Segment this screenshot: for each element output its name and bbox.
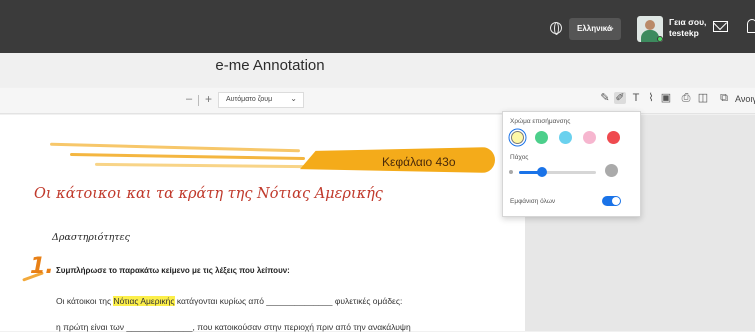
zoom-in-button[interactable]: +: [205, 92, 212, 106]
zoom-out-button[interactable]: –: [186, 93, 192, 105]
color-swatch-yellow[interactable]: [511, 131, 524, 144]
highlight-color-label: Χρώμα επισήμανσης: [510, 118, 571, 125]
exercise-line-1: Οι κάτοικοι της Νότιας Αμερικής κατάγοντ…: [56, 296, 402, 306]
image-icon[interactable]: ▣: [660, 92, 672, 104]
text-icon[interactable]: T: [630, 92, 642, 104]
open-button[interactable]: Ανοιγμ: [735, 94, 755, 104]
mail-icon[interactable]: [713, 21, 728, 32]
globe-icon[interactable]: [550, 22, 562, 35]
zoom-value: Αυτόματο ζουμ: [226, 96, 273, 103]
document-heading: Οι κάτοικοι και τα κράτη της Νότιας Αμερ…: [34, 186, 383, 202]
chapter-label: Κεφάλαιο 43ο: [382, 155, 456, 169]
color-swatch-pink[interactable]: [583, 131, 596, 144]
exercise-number: 1.: [30, 254, 54, 279]
chevron-down-icon: ⌄: [607, 22, 615, 32]
chevron-down-icon: ⌄: [290, 94, 297, 103]
exercise-title: Συμπλήρωσε το παρακάτω κείμενο με τις λέ…: [56, 266, 290, 275]
greeting-text: Γεια σου,: [669, 17, 707, 27]
avatar[interactable]: [637, 16, 663, 42]
highlighted-text[interactable]: Νότιας Αμερικής: [113, 296, 175, 306]
color-swatch-red[interactable]: [607, 131, 620, 144]
thin-size-dot: [509, 170, 513, 174]
pen-icon[interactable]: ⌇: [645, 92, 657, 104]
user-greeting[interactable]: Γεια σου, testekp: [669, 17, 706, 39]
open-icon[interactable]: ⧉: [718, 92, 730, 104]
draw-icon[interactable]: ✐: [614, 92, 626, 104]
document-subheading: Δραστηριότητες: [52, 232, 130, 243]
thickness-slider-thumb[interactable]: [537, 167, 547, 177]
bell-icon[interactable]: [747, 19, 755, 33]
thick-size-dot: [605, 164, 618, 177]
print-icon[interactable]: ⎙: [680, 92, 692, 104]
online-status-dot: [657, 36, 663, 42]
highlight-icon[interactable]: ✎: [599, 92, 611, 104]
zoom-select[interactable]: Αυτόματο ζουμ ⌄: [218, 92, 304, 108]
text-run: κατάγονται κυρίως από ______________ φυλ…: [174, 296, 403, 306]
color-swatch-green[interactable]: [535, 131, 548, 144]
save-icon[interactable]: ◫: [697, 92, 709, 104]
color-swatch-blue[interactable]: [559, 131, 572, 144]
text-run: Οι κάτοικοι της: [56, 296, 114, 306]
language-select[interactable]: Ελληνικά ⌄: [569, 18, 621, 40]
show-all-label: Εμφάνιση όλων: [510, 198, 556, 205]
toggle-knob: [612, 197, 620, 205]
zoom-divider: [198, 95, 199, 106]
page-title: e-me Annotation: [215, 57, 325, 74]
username: testekp: [669, 28, 699, 38]
thickness-label: Πάχος: [510, 154, 529, 161]
show-all-toggle[interactable]: [602, 196, 621, 206]
